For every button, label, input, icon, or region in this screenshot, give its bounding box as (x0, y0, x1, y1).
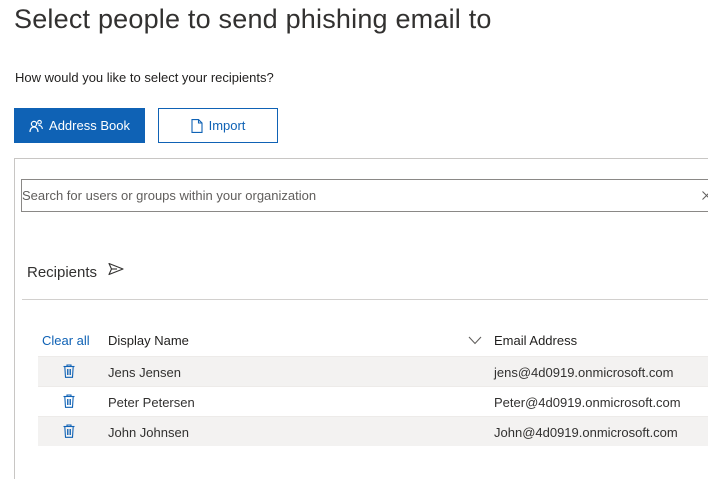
chevron-down-icon[interactable] (468, 332, 482, 350)
column-header-email-address[interactable]: Email Address (494, 333, 577, 348)
address-book-button[interactable]: Address Book (14, 108, 145, 143)
table-row: John Johnsen John@4d0919.onmicrosoft.com (38, 416, 708, 446)
divider (22, 299, 708, 300)
search-field[interactable] (21, 179, 708, 212)
table-row: Jens Jensen jens@4d0919.onmicrosoft.com (38, 356, 708, 386)
recipient-display-name: Jens Jensen (108, 365, 181, 380)
recipient-email: John@4d0919.onmicrosoft.com (494, 425, 678, 440)
send-icon (108, 262, 124, 281)
close-icon[interactable] (702, 188, 708, 203)
trash-icon[interactable] (63, 424, 75, 443)
table-row: Peter Petersen Peter@4d0919.onmicrosoft.… (38, 386, 708, 416)
trash-icon[interactable] (63, 364, 75, 383)
contacts-icon (29, 119, 43, 133)
recipients-heading: Recipients (27, 264, 98, 281)
search-input[interactable] (22, 181, 702, 210)
recipient-email: Peter@4d0919.onmicrosoft.com (494, 395, 681, 410)
trash-icon[interactable] (63, 394, 75, 413)
clear-all-link[interactable]: Clear all (42, 333, 90, 348)
recipient-email: jens@4d0919.onmicrosoft.com (494, 365, 674, 380)
import-label: Import (208, 118, 246, 133)
page-title: Select people to send phishing email to (14, 4, 492, 34)
column-header-display-name[interactable]: Display Name (108, 333, 189, 348)
recipient-display-name: John Johnsen (108, 425, 189, 440)
recipients-table: Jens Jensen jens@4d0919.onmicrosoft.com … (38, 356, 708, 446)
document-icon (191, 118, 203, 133)
recipient-selection-question: How would you like to select your recipi… (15, 70, 274, 85)
address-book-label: Address Book (49, 118, 130, 133)
import-button[interactable]: Import (158, 108, 278, 143)
table-header: Clear all Display Name Email Address (38, 325, 708, 355)
recipient-display-name: Peter Petersen (108, 395, 195, 410)
